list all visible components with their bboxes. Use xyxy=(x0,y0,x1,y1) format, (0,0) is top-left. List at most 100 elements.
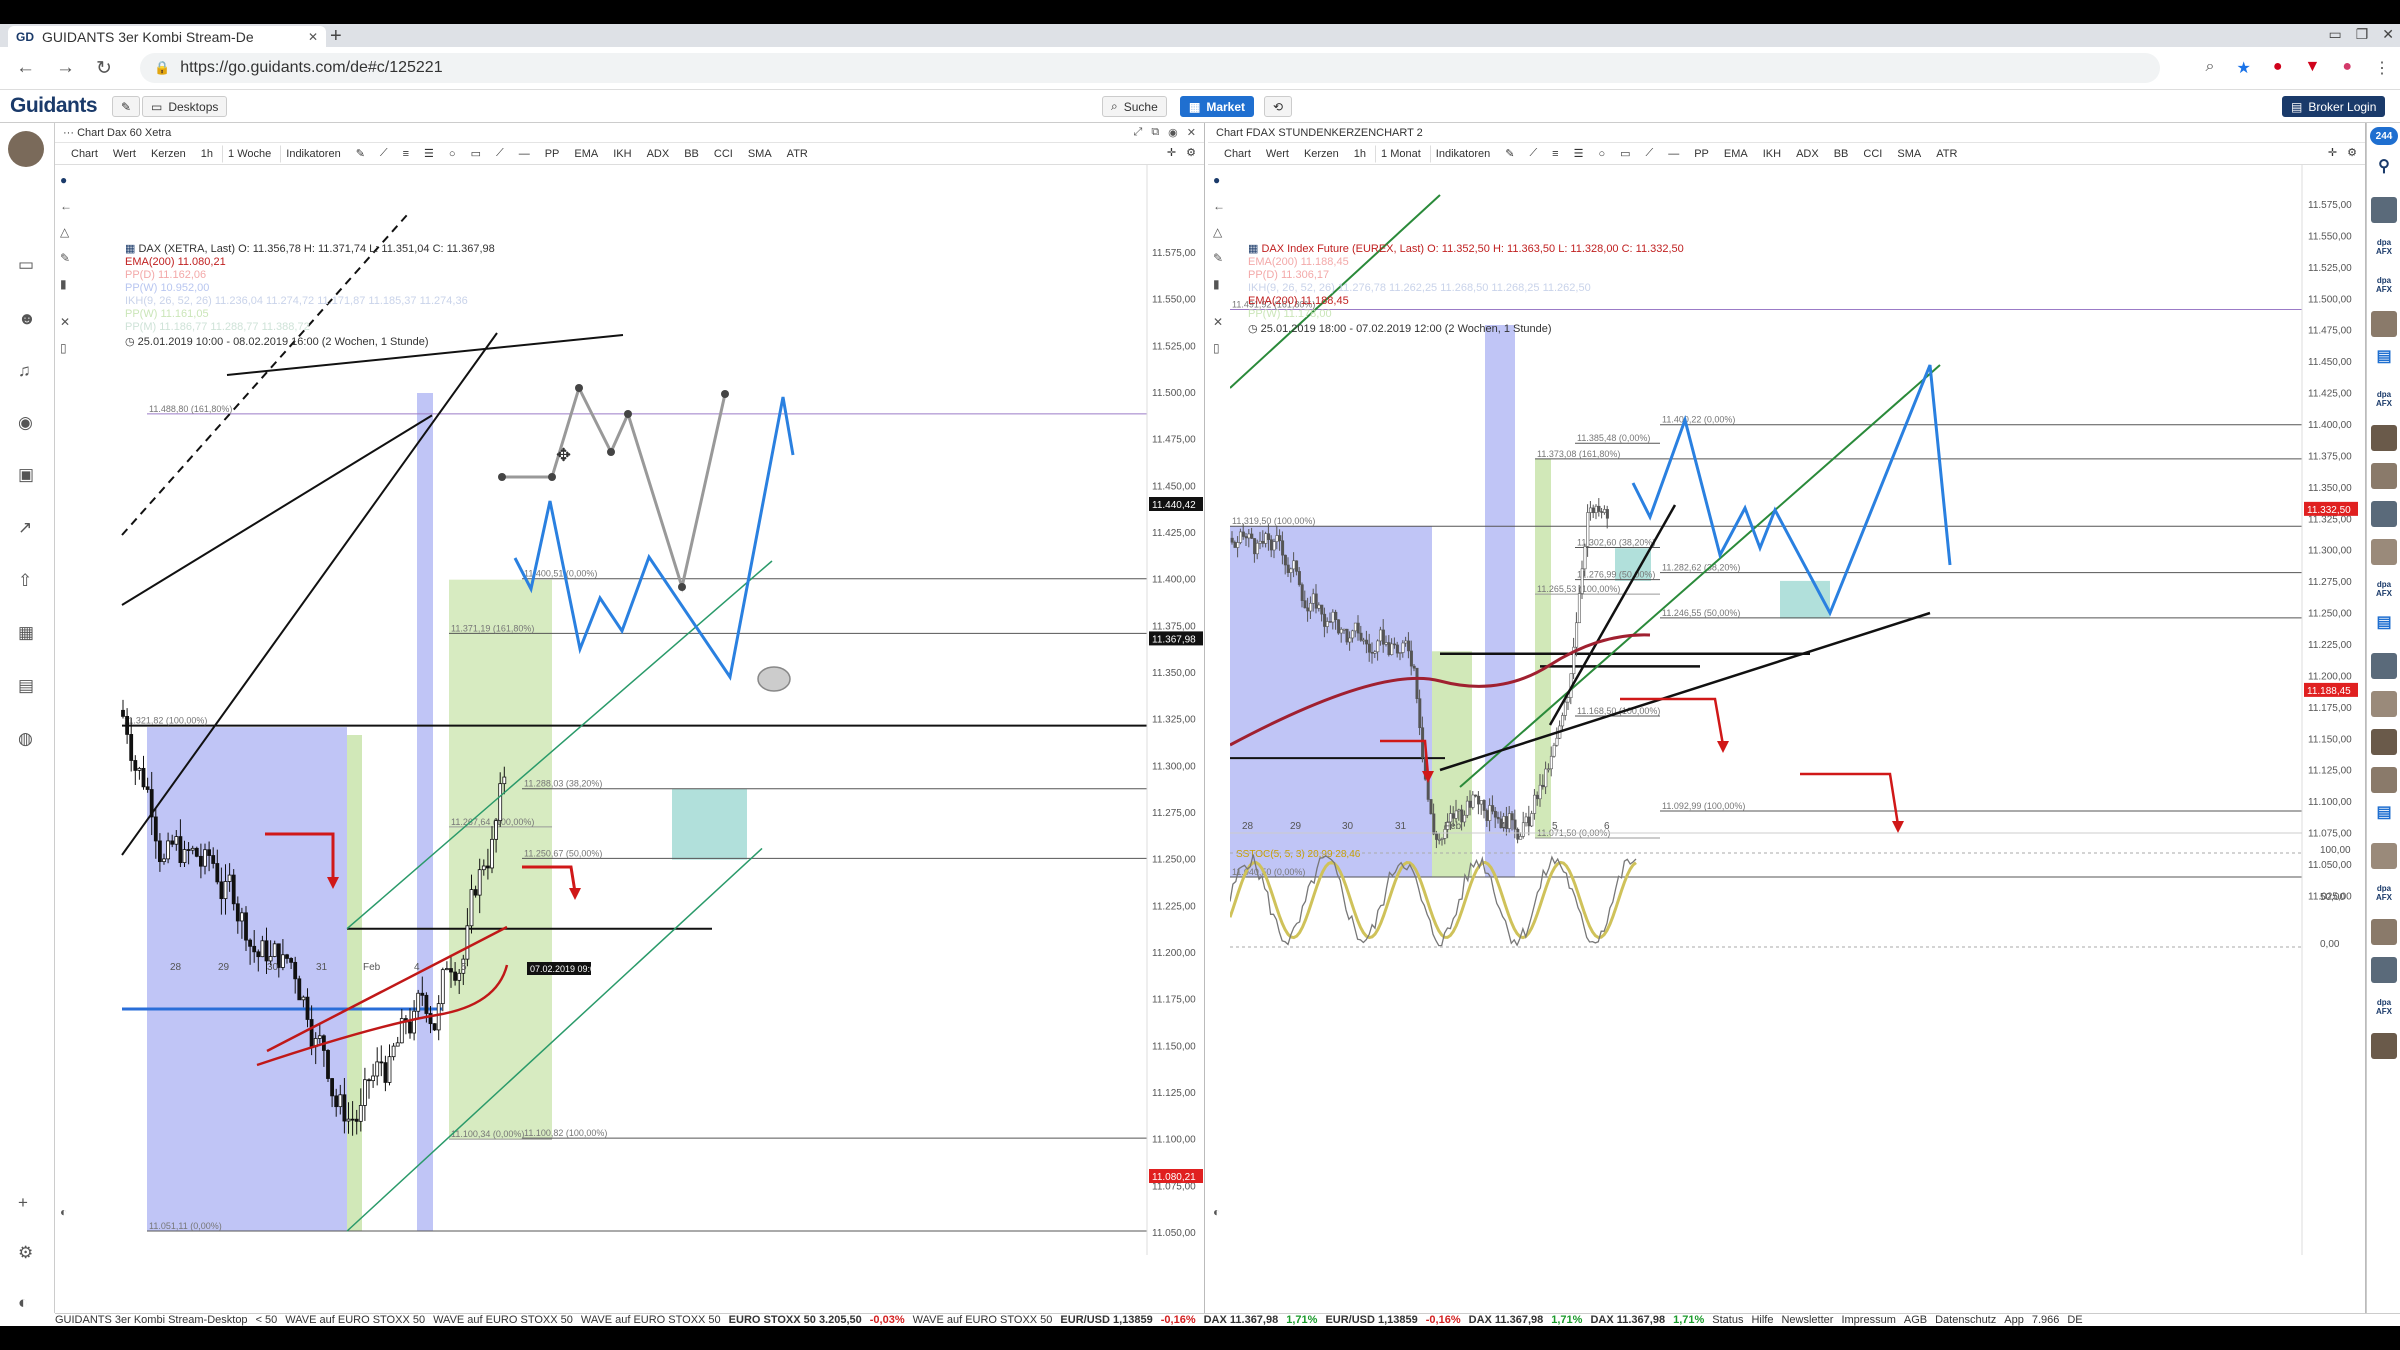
location-icon[interactable]: ⚲ xyxy=(2371,159,2397,185)
trash-icon[interactable]: ▮ xyxy=(60,277,67,291)
desktops-button[interactable]: ▭ Desktops xyxy=(142,96,228,117)
right-toolbar-pp[interactable]: PP xyxy=(1688,145,1715,163)
wave-point[interactable] xyxy=(678,583,686,591)
arrow-icon[interactable]: ← xyxy=(60,199,72,213)
right-toolbar-bb[interactable]: BB xyxy=(1828,145,1855,163)
author-avatar[interactable] xyxy=(2371,919,2397,945)
status-item[interactable]: DE xyxy=(2067,1314,2082,1326)
eye-icon[interactable]: ◉ xyxy=(18,413,33,433)
wave-point[interactable] xyxy=(721,390,729,398)
extension-shield-icon[interactable]: ▼ xyxy=(2304,58,2320,78)
left-toolbar-bb[interactable]: BB xyxy=(678,145,705,163)
right-toolbar-chart[interactable]: Chart xyxy=(1218,145,1257,163)
drawing-tool-icon[interactable]: — xyxy=(513,145,536,163)
dpa-afx-icon[interactable]: dpa AFX xyxy=(2371,235,2397,261)
delete-icon[interactable]: ▯ xyxy=(1213,341,1220,355)
author-avatar[interactable] xyxy=(2371,501,2397,527)
forward-arrow-icon[interactable]: → xyxy=(56,57,75,79)
left-toolbar-pp[interactable]: PP xyxy=(539,145,566,163)
drawing-tool-icon[interactable]: — xyxy=(1662,145,1685,163)
back-arrow-icon[interactable]: ← xyxy=(16,57,35,79)
pencil-icon[interactable]: ✎ xyxy=(60,251,70,265)
status-item[interactable]: Status xyxy=(1712,1314,1743,1326)
wave-point[interactable] xyxy=(498,473,506,481)
drawing-tool-icon[interactable]: ✎ xyxy=(350,144,371,163)
browser-tab[interactable]: GD GUIDANTS 3er Kombi Stream-De ✕ xyxy=(8,26,326,47)
status-item[interactable]: App xyxy=(2004,1314,2024,1326)
left-toolbar-adx[interactable]: ADX xyxy=(641,145,676,163)
close-tab-icon[interactable]: ✕ xyxy=(308,30,318,44)
arrow-icon[interactable]: ← xyxy=(1213,199,1225,213)
news-feed-icon[interactable]: ▤ xyxy=(2371,349,2397,375)
upload-icon[interactable]: ⇧ xyxy=(18,571,32,591)
dpa-afx-icon[interactable]: dpa AFX xyxy=(2371,995,2397,1021)
drawing-tool-icon[interactable]: ≡ xyxy=(397,145,415,163)
panel-menu-icon[interactable]: ··· xyxy=(63,127,74,139)
dpa-afx-icon[interactable]: dpa AFX xyxy=(2371,881,2397,907)
crosshair-icon[interactable]: ✛ xyxy=(1167,146,1176,159)
drawing-tool-icon[interactable]: ○ xyxy=(443,145,462,163)
logo-badge-icon[interactable]: ● xyxy=(1213,173,1220,187)
drawing-tool-icon[interactable]: ✎ xyxy=(1499,144,1520,163)
status-item[interactable]: AGB xyxy=(1904,1314,1927,1326)
drawing-tool-icon[interactable]: ⟋ xyxy=(1640,144,1660,163)
logo-badge-icon[interactable]: ● xyxy=(60,173,67,187)
chart-settings-icon[interactable]: ▦ xyxy=(1248,243,1261,255)
close-window-icon[interactable]: ✕ xyxy=(2382,26,2394,43)
drawing-tool-icon[interactable]: ☰ xyxy=(418,144,440,163)
right-toolbar-cci[interactable]: CCI xyxy=(1857,145,1888,163)
author-avatar[interactable] xyxy=(2371,1033,2397,1059)
screen-icon[interactable]: ▭ xyxy=(18,255,34,275)
right-toolbar-indikatoren[interactable]: Indikatoren xyxy=(1429,144,1496,163)
drawing-tool-icon[interactable]: ▭ xyxy=(465,144,487,163)
expand-icon[interactable]: ⤢ xyxy=(1134,126,1143,139)
author-avatar[interactable] xyxy=(2371,653,2397,679)
trash-icon[interactable]: ▮ xyxy=(1213,277,1220,291)
settings-icon[interactable]: ⚙ xyxy=(18,1243,33,1263)
right-toolbar-ema[interactable]: EMA xyxy=(1718,145,1754,163)
author-avatar[interactable] xyxy=(2371,767,2397,793)
cross-icon[interactable]: ✕ xyxy=(60,315,70,329)
dpa-afx-icon[interactable]: dpa AFX xyxy=(2371,387,2397,413)
restore-icon[interactable]: ❐ xyxy=(2356,26,2369,43)
drawing-tool-icon[interactable]: ○ xyxy=(1592,145,1611,163)
drawing-tool-icon[interactable]: ≡ xyxy=(1546,145,1564,163)
left-toolbar-kerzen[interactable]: Kerzen xyxy=(145,145,192,163)
right-toolbar-sma[interactable]: SMA xyxy=(1891,145,1927,163)
left-toolbar-1-woche[interactable]: 1 Woche xyxy=(222,144,277,163)
left-toolbar-ikh[interactable]: IKH xyxy=(607,145,637,163)
left-toolbar-sma[interactable]: SMA xyxy=(742,145,778,163)
add-icon[interactable]: + xyxy=(18,1193,28,1213)
contrast-icon[interactable]: ◐ xyxy=(18,1293,28,1313)
camera-icon[interactable]: ▣ xyxy=(18,465,34,485)
news-feed-icon[interactable]: ▤ xyxy=(2371,615,2397,641)
contrast-icon[interactable]: ◐ xyxy=(1213,1205,1220,1219)
crosshair-icon[interactable]: ✛ xyxy=(2328,146,2337,159)
search-button[interactable]: ⌕ Suche xyxy=(1102,96,1167,117)
status-item[interactable]: 7.966 xyxy=(2032,1314,2060,1326)
adblock-icon[interactable]: ● xyxy=(2273,58,2283,78)
settings-icon[interactable]: ◉ xyxy=(1168,126,1178,139)
author-avatar[interactable] xyxy=(2371,425,2397,451)
bookmark-star-icon[interactable]: ★ xyxy=(2236,58,2250,78)
user-avatar[interactable] xyxy=(8,131,44,167)
url-bar[interactable]: 🔒 https://go.guidants.com/de#c/125221 xyxy=(140,53,2160,83)
pin-button[interactable]: ✎ xyxy=(112,96,141,117)
delete-icon[interactable]: ▯ xyxy=(60,341,67,355)
left-toolbar-ema[interactable]: EMA xyxy=(568,145,604,163)
status-item[interactable]: GUIDANTS 3er Kombi Stream-Desktop xyxy=(55,1314,248,1326)
right-toolbar-1h[interactable]: 1h xyxy=(1348,145,1372,163)
author-avatar[interactable] xyxy=(2371,729,2397,755)
close-icon[interactable]: ✕ xyxy=(1187,126,1196,139)
drawing-tool-icon[interactable]: ⟋ xyxy=(374,144,394,163)
table-icon[interactable]: ▦ xyxy=(18,623,34,643)
chart-settings-gear-icon[interactable]: ⚙ xyxy=(2347,146,2357,159)
right-toolbar-wert[interactable]: Wert xyxy=(1260,145,1295,163)
users-icon[interactable]: ☻ xyxy=(18,309,36,329)
left-toolbar-cci[interactable]: CCI xyxy=(708,145,739,163)
reload-icon[interactable]: ↻ xyxy=(96,57,112,80)
market-button[interactable]: ▦ Market xyxy=(1180,96,1255,117)
right-toolbar-1-monat[interactable]: 1 Monat xyxy=(1375,144,1427,163)
status-item[interactable]: Hilfe xyxy=(1751,1314,1773,1326)
drawing-tool-icon[interactable]: ▭ xyxy=(1614,144,1636,163)
